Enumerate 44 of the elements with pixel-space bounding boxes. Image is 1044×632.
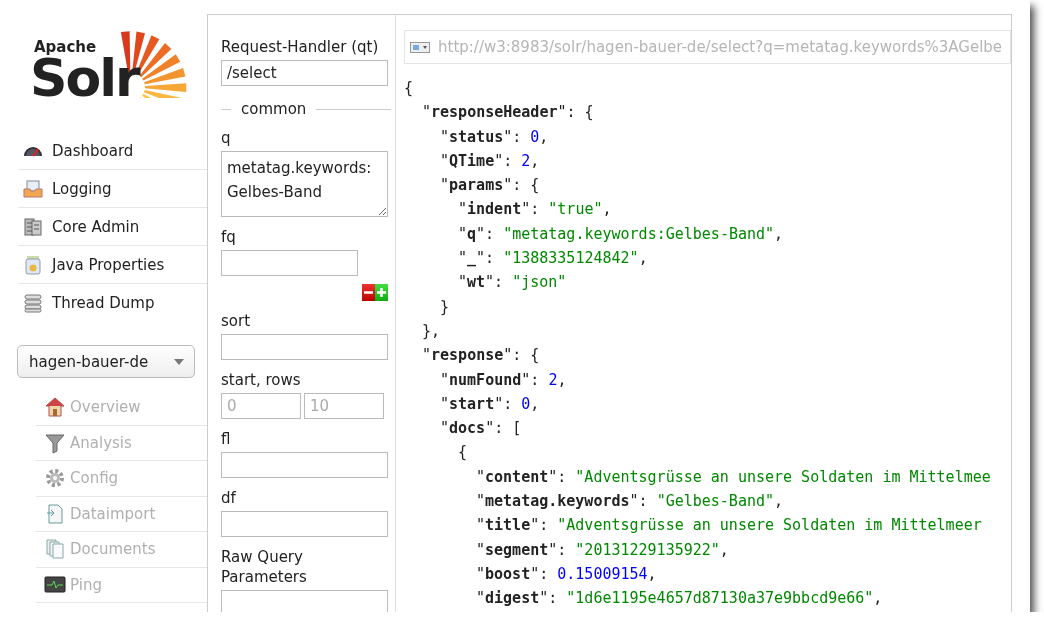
handler-field[interactable]: /select [221,60,388,86]
code-line: }, [422,320,441,342]
code-line: "q": "metatag.keywords:Gelbes-Band", [458,223,784,245]
code-line: "response": { [422,345,540,367]
code-line: } [440,296,450,318]
code-line: "start": 0, [440,393,540,415]
nav-item[interactable]: Logging [18,170,207,208]
code-line: "indent": "true", [458,199,612,221]
input-field[interactable]: 0 [221,393,301,419]
code-line: "status": 0, [440,126,549,148]
code-line: "docs": [ [440,418,522,440]
code-line: "_": "1388335124842", [458,248,648,270]
field-label: q [221,128,232,148]
code-line: "wt": "json" [458,272,567,294]
code-line: "QTime": 2, [440,150,540,172]
section-legend: common [241,100,307,118]
code-line: { [404,78,414,99]
nav-item[interactable]: Thread Dump [18,284,207,321]
code-line: { [458,442,468,464]
code-line: "title": "Adventsgrüsse an unsere Soldaten im Mittelmeer [476,515,982,537]
code-line: "numFound": 2, [440,369,567,391]
field-label: sort [221,311,252,331]
input-field[interactable]: 10 [304,393,384,419]
nav-item[interactable]: Dashboard [18,132,207,170]
logo-text: Solr [30,54,139,102]
query-field[interactable]: metatag.keywords:Gelbes-Band [221,151,388,217]
field-label: fq [221,227,237,247]
code-line: "content": "Adventsgrüsse an unsere Soldaten im Mittelmee [476,466,991,488]
nav-item[interactable]: Core Admin [18,208,207,246]
logo-text: Apache [34,40,98,54]
field-label: fl [221,429,232,449]
code-line: "digest": "1d6e1195e4657d87130a37e9bbcd9e66", [476,588,883,610]
field-label: Request-Handler (qt) [221,37,380,57]
field-label: start, rows [221,370,302,390]
url-text: http://w3:8983/solr/hagen-bauer-de/select?q=metatag.keywords%3AGelbe [438,38,1003,56]
code-line: "params": { [440,175,540,197]
code-line: "segment": "20131229135922", [476,539,729,561]
core-selector[interactable]: hagen-bauer-de [17,345,195,378]
field-label: Raw Query Parameters [221,547,308,587]
code-line: "metatag.keywords": "Gelbes-Band", [476,491,784,513]
field-label: df [221,488,237,508]
code-line: "responseHeader": { [422,102,594,124]
code-line: "boost": 0.15009154, [476,563,657,585]
nav-item[interactable]: Java Properties [18,246,207,284]
